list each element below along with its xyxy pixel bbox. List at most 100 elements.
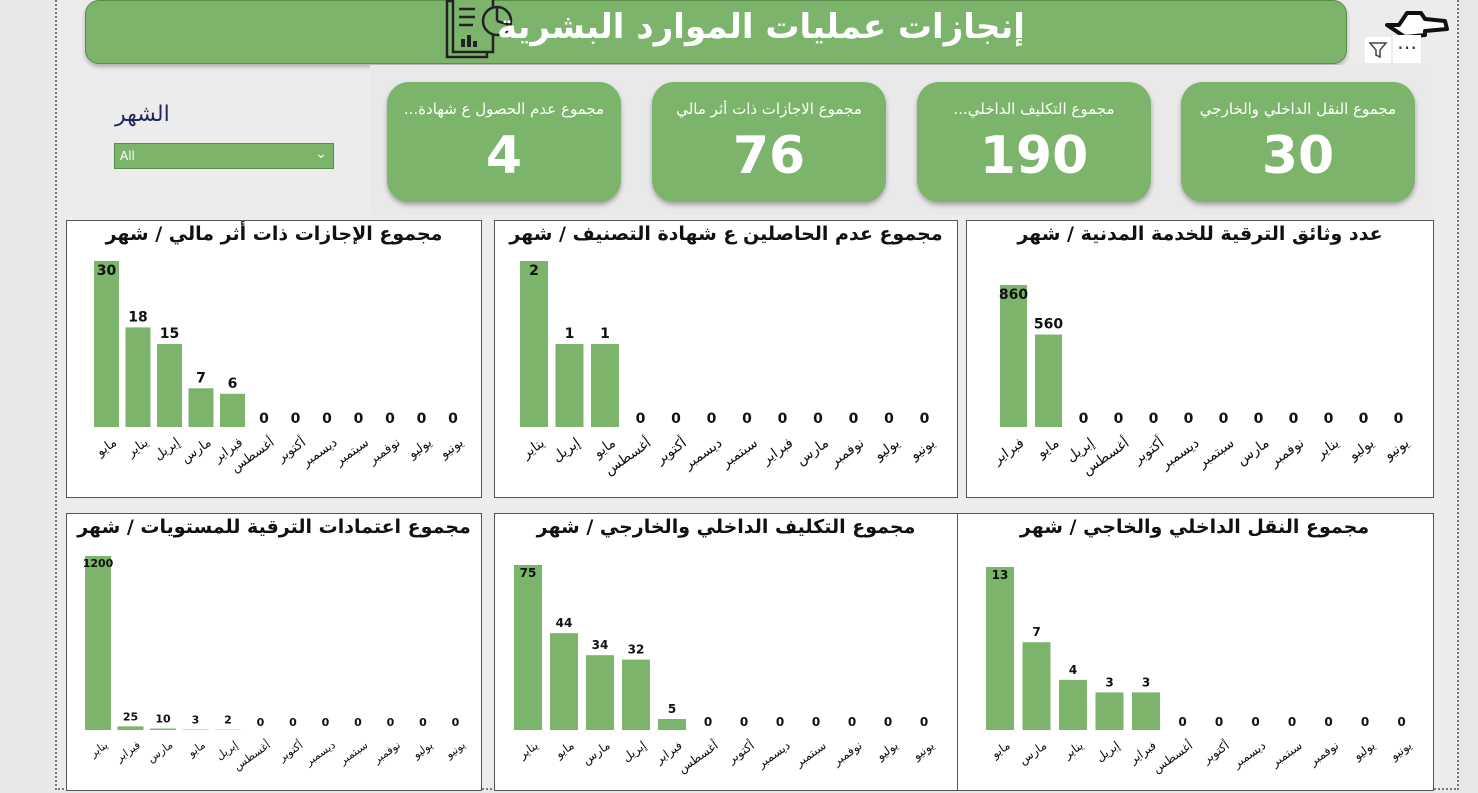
chart-no-certificate[interactable]: 2 يناير 1 إبريل 1 مايو 0 أغسطس 0 أكتوبر 0 ديسمبر 0 سب…: [494, 220, 958, 498]
bar-chart-plot: 13مايو7مارس4يناير3إبريل3فبراير0أغسطس0أكت…: [986, 567, 1415, 777]
x-tick-label: أكتوبر: [275, 738, 306, 765]
bar[interactable]: [1035, 334, 1062, 427]
data-label: 0: [849, 411, 859, 427]
x-tick-label: يونيو: [442, 738, 467, 761]
bar[interactable]: [125, 327, 151, 427]
data-label: 0: [1219, 411, 1229, 427]
x-tick-label: أكتوبر: [724, 737, 758, 767]
data-label: 0: [417, 411, 427, 427]
kpi-label: مجموع عدم الحصول ع شهادة...: [403, 100, 605, 118]
bar[interactable]: [986, 567, 1014, 730]
data-label: 0: [1178, 715, 1186, 729]
data-label: 1: [600, 326, 610, 342]
data-label: 0: [1394, 411, 1404, 427]
x-tick-label: مارس: [1234, 435, 1272, 469]
data-label: 0: [920, 411, 930, 427]
bar[interactable]: [1059, 679, 1087, 730]
chart-financial-leave[interactable]: 30 مايو 18 يناير 15 إبريل 7 مارس 6 فبراير 0 أغسطس 0 أ…: [66, 220, 482, 498]
data-label: 25: [123, 710, 138, 723]
data-label: 0: [1324, 411, 1334, 427]
bar[interactable]: [85, 556, 111, 730]
month-slicer-dropdown[interactable]: All ⌄: [114, 143, 334, 169]
bar[interactable]: [117, 726, 144, 730]
more-options-icon[interactable]: ⋯: [1393, 35, 1421, 63]
data-label: 0: [257, 716, 265, 729]
bar-chart-plot: 75يناير44مايو34مارس32إبريل5فبراير0أغسطس0…: [514, 565, 937, 777]
data-label: 0: [1079, 411, 1089, 427]
data-label: 2: [224, 714, 232, 727]
x-tick-label: مارس: [179, 435, 215, 466]
x-tick-label: إبريل: [1093, 738, 1123, 765]
x-tick-label: يونيو: [1387, 738, 1415, 764]
bar[interactable]: [1022, 642, 1051, 730]
x-tick-label: يناير: [124, 435, 152, 461]
bar[interactable]: [1132, 692, 1160, 730]
data-label: 2: [529, 263, 539, 279]
x-tick-label: إبريل: [550, 435, 584, 465]
x-tick-label: أغسطس: [1149, 737, 1195, 776]
bar[interactable]: [550, 633, 578, 730]
data-label: 15: [160, 326, 179, 342]
x-tick-label: مايو: [185, 738, 208, 760]
data-label: 0: [387, 716, 395, 729]
data-label: 4: [1069, 663, 1077, 677]
x-tick-label: أغسطس: [231, 738, 273, 773]
bar-chart-plot: 860فبراير560مايو0إبريل0أغسطس0أكتوبر0ديسم…: [989, 285, 1412, 479]
data-label: 5: [668, 702, 676, 716]
chart-assignments[interactable]: 75 يناير 44 مايو 34 مارس 32 إبريل 5 فبراير 0 أغسطس 0…: [494, 513, 958, 791]
data-label: 0: [813, 411, 823, 427]
kpi-card-assignment: مجموع التكليف الداخلي... 190: [917, 82, 1151, 202]
chart-transfers[interactable]: 13 مايو 7 مارس 4 يناير 3 إبريل 3 فبراير 0 أغسطس 0 أكت…: [955, 513, 1434, 791]
chart-level-promotion-approvals[interactable]: 1200 يناير 25 فبراير 10 مارس 3 مايو 2 إبريل 0 أغسطس…: [66, 513, 482, 791]
bar[interactable]: [150, 728, 176, 730]
bar[interactable]: [157, 344, 182, 427]
header-banner: إنجازات عمليات الموارد البشرية: [85, 0, 1347, 64]
x-tick-label: يوليو: [1350, 738, 1378, 764]
data-label: 0: [848, 715, 856, 729]
x-tick-label: مايو: [552, 738, 577, 762]
data-label: 7: [1032, 625, 1040, 639]
data-label: 30: [97, 263, 117, 279]
bar[interactable]: [220, 393, 245, 427]
x-tick-label: مارس: [793, 435, 831, 469]
bar[interactable]: [94, 261, 119, 427]
bar[interactable]: [1095, 692, 1124, 730]
bar[interactable]: [658, 719, 686, 730]
data-label: 0: [452, 716, 460, 729]
bar[interactable]: [514, 565, 542, 730]
data-label: 0: [884, 411, 894, 427]
data-label: 0: [289, 716, 297, 729]
bar[interactable]: [1000, 285, 1027, 427]
kpi-label: مجموع الاجازات ذات أثر مالي: [676, 100, 862, 118]
x-tick-label: سبتمبر: [1268, 738, 1306, 771]
data-label: 0: [448, 411, 458, 427]
chart-civil-promotion-docs[interactable]: 860 فبراير 560 مايو 0 إبريل 0 أغسطس 0 أكتوبر 0 ديسم…: [966, 220, 1434, 498]
data-label: 0: [704, 715, 712, 729]
x-tick-label: أكتوبر: [1199, 737, 1233, 767]
filter-icon[interactable]: [1365, 37, 1391, 63]
kpi-value: 30: [1261, 126, 1335, 186]
bar-chart-plot: 30مايو18يناير15إبريل7مارس6فبراير0أغسطس0أ…: [93, 261, 467, 476]
bar[interactable]: [555, 344, 584, 427]
x-tick-label: يناير: [518, 435, 548, 463]
x-tick-label: سبتمبر: [332, 435, 372, 469]
data-label: 0: [1397, 715, 1405, 729]
x-tick-label: نوفمبر: [1266, 435, 1307, 470]
chart-title: مجموع اعتمادات الترقية للمستويات / شهر: [77, 516, 471, 538]
x-tick-label: سبتمبر: [336, 738, 370, 767]
bar[interactable]: [591, 344, 619, 427]
x-tick-label: يناير: [87, 738, 111, 760]
data-label: 75: [520, 566, 537, 580]
x-tick-label: سبتمبر: [792, 738, 830, 771]
chevron-down-icon: ⌄: [315, 146, 327, 162]
bar[interactable]: [188, 388, 214, 427]
x-tick-label: نوفمبر: [826, 435, 867, 470]
data-label: 0: [742, 411, 752, 427]
bar[interactable]: [520, 261, 548, 427]
bar[interactable]: [586, 655, 614, 730]
x-tick-label: ديسمبر: [1229, 738, 1268, 772]
x-tick-label: مارس: [145, 738, 175, 765]
bar[interactable]: [622, 659, 650, 730]
x-tick-label: يونيو: [907, 435, 939, 464]
data-label: 7: [196, 370, 206, 386]
